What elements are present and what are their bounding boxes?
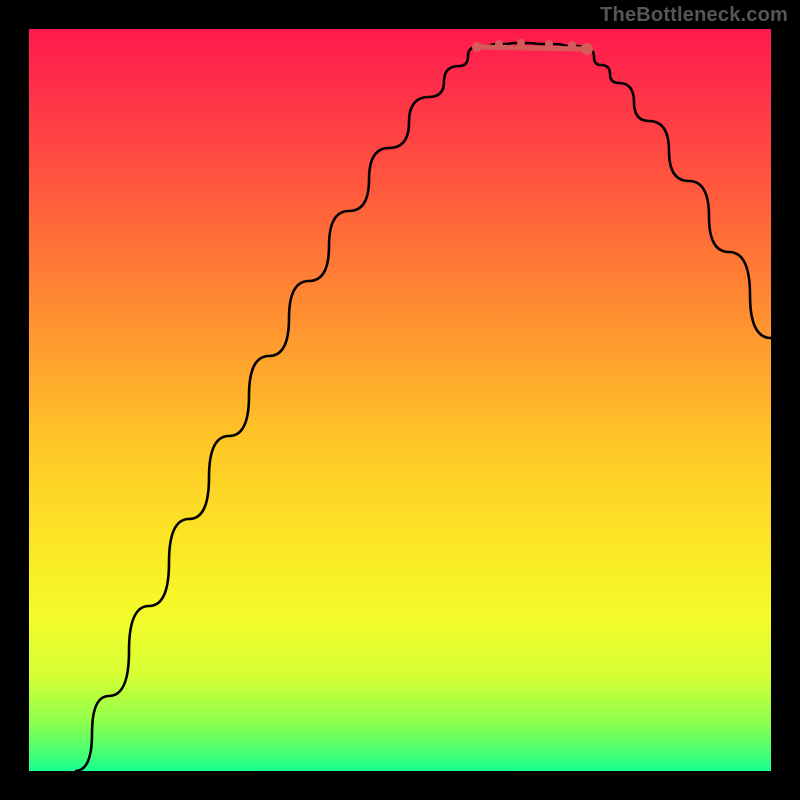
chart-svg bbox=[29, 29, 771, 771]
chart-frame: TheBottleneck.com bbox=[0, 0, 800, 800]
marker-dot-3 bbox=[545, 40, 553, 48]
marker-dot-2 bbox=[517, 39, 525, 47]
watermark-text: TheBottleneck.com bbox=[600, 4, 788, 27]
marker-dot-4 bbox=[568, 41, 576, 49]
plot-area bbox=[29, 29, 771, 771]
marker-flat-end bbox=[581, 43, 593, 55]
bottleneck-curve bbox=[75, 43, 771, 771]
marker-dot-1 bbox=[495, 40, 503, 48]
marker-flat-start bbox=[472, 42, 482, 52]
